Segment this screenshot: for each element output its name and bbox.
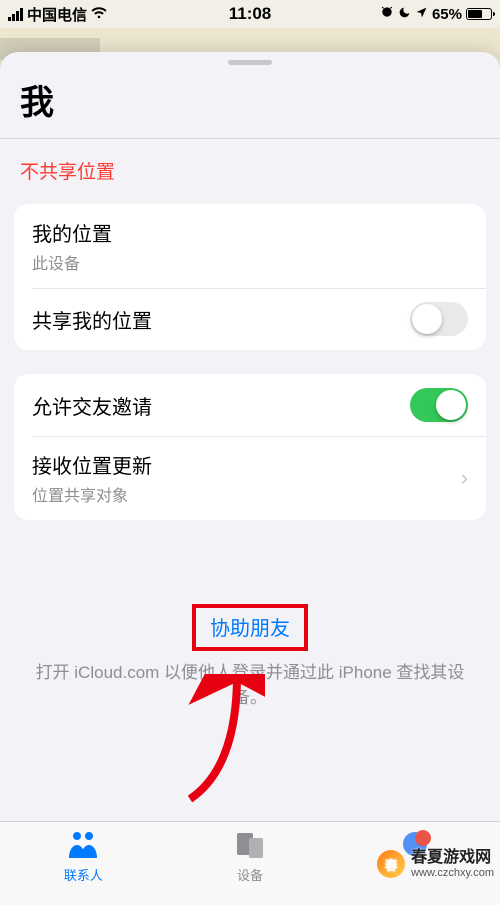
share-location-cell: 共享我的位置	[14, 288, 486, 350]
page-title: 我	[0, 71, 500, 138]
battery-percentage: 65%	[432, 6, 462, 23]
my-location-sub: 此设备	[32, 250, 112, 274]
chevron-right-icon: ›	[461, 465, 468, 491]
help-friend-link[interactable]: 协助朋友	[210, 618, 290, 640]
help-friend-section: 协助朋友 打开 iCloud.com 以便他人登录并通过此 iPhone 查找其…	[0, 544, 500, 710]
my-location-title: 我的位置	[32, 218, 112, 247]
battery-icon	[466, 8, 492, 20]
watermark-url: www.czchxy.com	[411, 867, 494, 879]
me-sheet: 我 不共享位置 我的位置 此设备 共享我的位置 允许交友邀请 接收位置更新	[0, 52, 500, 905]
tab-people-label: 联系人	[64, 865, 103, 884]
friends-group: 允许交友邀请 接收位置更新 位置共享对象 ›	[14, 374, 486, 520]
status-bar: 中国电信 11:08 65%	[0, 0, 500, 28]
location-group: 我的位置 此设备 共享我的位置	[14, 204, 486, 350]
watermark-badge-icon: 春	[377, 850, 405, 878]
sheet-grabber[interactable]	[228, 60, 272, 65]
dnd-moon-icon	[398, 6, 411, 23]
annotation-arrow-icon	[175, 674, 265, 804]
tab-devices-label: 设备	[237, 865, 263, 884]
receive-updates-cell[interactable]: 接收位置更新 位置共享对象 ›	[14, 436, 486, 520]
share-location-title: 共享我的位置	[32, 305, 152, 334]
status-right: 65%	[380, 5, 492, 23]
alarm-icon	[380, 5, 394, 23]
wifi-icon	[91, 6, 107, 22]
annotation-highlight-box: 协助朋友	[192, 604, 308, 651]
receive-updates-sub: 位置共享对象	[32, 482, 152, 506]
people-icon	[66, 830, 100, 863]
not-sharing-status: 不共享位置	[0, 139, 500, 204]
share-location-switch[interactable]	[410, 302, 468, 336]
allow-requests-switch[interactable]	[410, 388, 468, 422]
tab-devices[interactable]: 设备	[190, 830, 310, 905]
receive-updates-title: 接收位置更新	[32, 450, 152, 479]
allow-requests-cell: 允许交友邀请	[14, 374, 486, 436]
devices-icon	[235, 830, 265, 863]
cellular-signal-icon	[8, 8, 23, 21]
allow-requests-title: 允许交友邀请	[32, 391, 152, 420]
my-location-cell[interactable]: 我的位置 此设备	[14, 204, 486, 288]
watermark-text: 春夏游戏网	[411, 849, 494, 867]
location-arrow-icon	[415, 6, 428, 23]
carrier-label: 中国电信	[27, 4, 87, 25]
status-left: 中国电信	[8, 4, 107, 25]
watermark: 春 春夏游戏网 www.czchxy.com	[377, 849, 494, 879]
tab-people[interactable]: 联系人	[23, 830, 143, 905]
